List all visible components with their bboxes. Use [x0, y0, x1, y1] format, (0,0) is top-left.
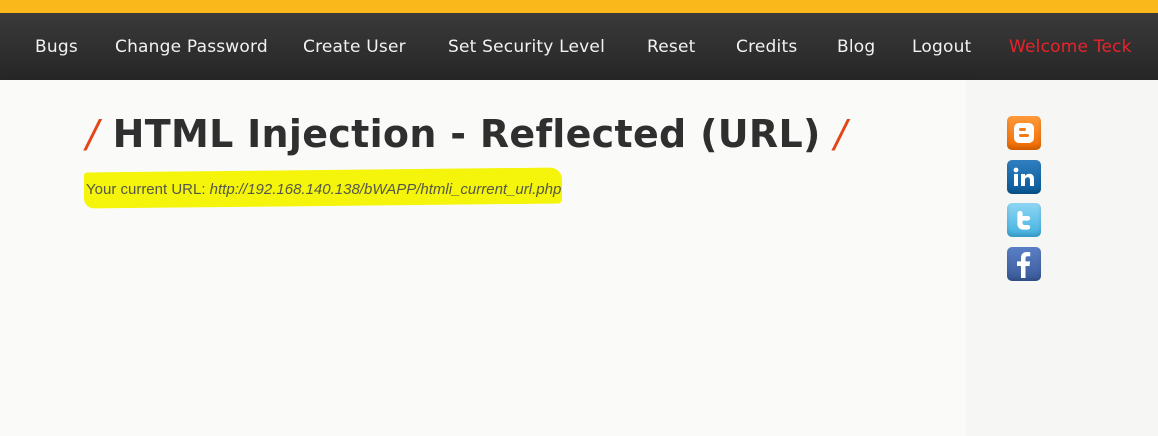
title-slash-right: /	[834, 112, 848, 156]
page-title-text: HTML Injection - Reflected (URL)	[112, 112, 821, 156]
menu-item-change-password[interactable]: Change Password	[115, 36, 268, 58]
facebook-icon[interactable]	[1007, 247, 1041, 281]
main-menu: Bugs Change Password Create User Set Sec…	[0, 13, 1158, 80]
menu-item-bugs[interactable]: Bugs	[35, 36, 78, 58]
menu-item-logout[interactable]: Logout	[912, 36, 971, 58]
menu-item-credits[interactable]: Credits	[736, 36, 797, 58]
menu-item-blog[interactable]: Blog	[837, 36, 875, 58]
blogger-icon[interactable]	[1007, 116, 1041, 150]
current-url-text: Your current URL: http://192.168.140.138…	[86, 181, 561, 198]
menu-item-create-user[interactable]: Create User	[303, 36, 406, 58]
menu-item-reset[interactable]: Reset	[647, 36, 696, 58]
url-value: http://192.168.140.138/bWAPP/htmli_curre…	[209, 181, 562, 198]
linkedin-icon[interactable]	[1007, 160, 1041, 194]
top-accent-strip	[0, 0, 1158, 13]
menu-item-set-security-level[interactable]: Set Security Level	[448, 36, 605, 58]
title-slash-left: /	[86, 112, 100, 156]
page-title: / HTML Injection - Reflected (URL) /	[86, 112, 847, 156]
twitter-icon[interactable]	[1007, 203, 1041, 237]
url-label: Your current URL:	[86, 181, 210, 198]
welcome-user[interactable]: Welcome Teck	[1009, 36, 1132, 58]
sidebar	[966, 80, 1158, 436]
